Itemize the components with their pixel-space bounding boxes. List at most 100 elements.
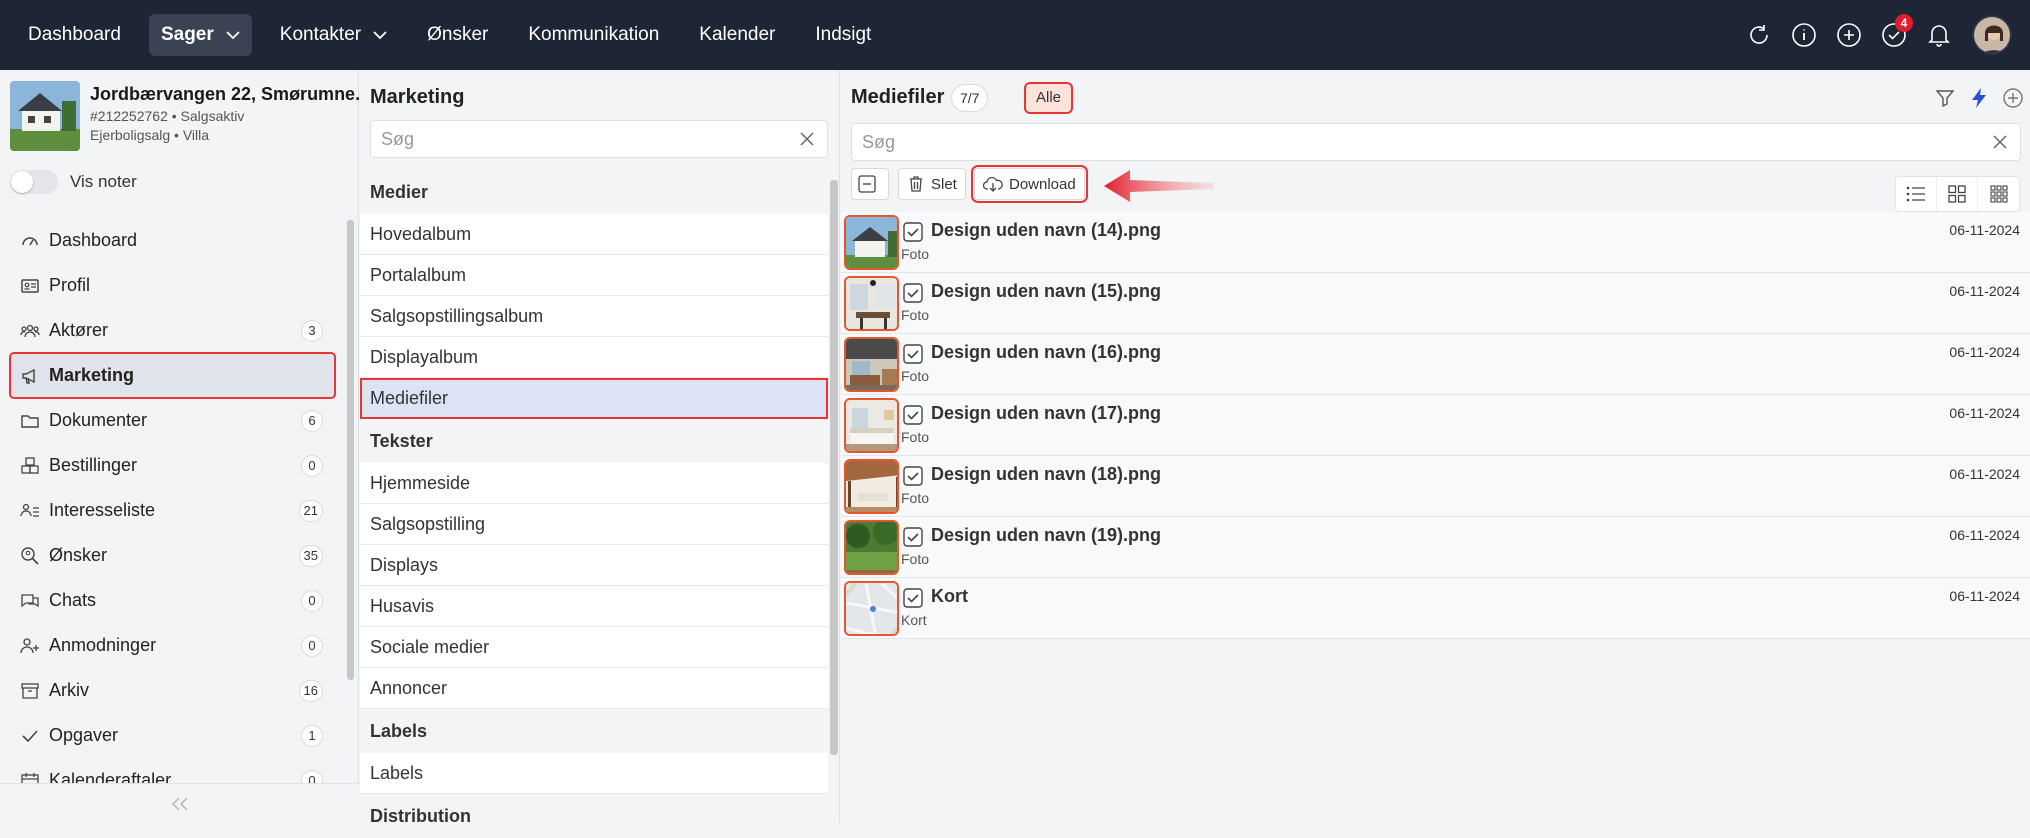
chevron-down-icon (226, 30, 240, 39)
text-sociale-medier[interactable]: Sociale medier (360, 627, 828, 668)
file-row[interactable]: Kort Kort 06-11-2024 (841, 578, 2030, 639)
text-hjemmeside[interactable]: Hjemmeside (360, 463, 828, 504)
file-name[interactable]: Kort (931, 586, 968, 607)
small-grid-view-icon[interactable] (1978, 177, 2019, 211)
checkbox-checked-icon[interactable] (903, 405, 923, 425)
sidebar-item-label: Opgaver (49, 725, 119, 745)
nav-kalender[interactable]: Kalender (687, 14, 787, 56)
notes-toggle[interactable] (10, 170, 58, 194)
check-icon (22, 729, 38, 742)
checkbox-checked-icon[interactable] (903, 344, 923, 364)
file-type: Foto (901, 246, 930, 262)
sidebar-item-arkiv[interactable]: Arkiv 16 (10, 668, 335, 713)
nav-onsker[interactable]: Ønsker (415, 14, 500, 56)
file-name[interactable]: Design uden navn (15).png (931, 281, 1161, 302)
sidebar-item-label: Marketing (49, 365, 135, 385)
sidebar-scrollbar[interactable] (347, 220, 354, 680)
file-name[interactable]: Design uden navn (16).png (931, 342, 1161, 363)
file-type: Foto (901, 368, 930, 384)
nav-kalender-label: Kalender (699, 24, 776, 45)
add-circle-icon[interactable] (1996, 84, 2030, 112)
nav-dashboard[interactable]: Dashboard (16, 14, 133, 56)
file-row[interactable]: Design uden navn (16).png Foto 06-11-202… (841, 334, 2030, 395)
nav-sager[interactable]: Sager (148, 14, 252, 56)
album-hovedalbum[interactable]: Hovedalbum (360, 214, 828, 255)
sidebar-item-dashboard[interactable]: Dashboard (10, 218, 335, 263)
file-name[interactable]: Design uden navn (14).png (931, 220, 1161, 241)
checkbox-checked-icon[interactable] (903, 222, 923, 242)
file-row[interactable]: Design uden navn (15).png Foto 06-11-202… (841, 273, 2030, 334)
checkbox-checked-icon[interactable] (903, 283, 923, 303)
file-name[interactable]: Design uden navn (18).png (931, 464, 1161, 485)
sidebar-item-opgaver[interactable]: Opgaver 1 (10, 713, 335, 758)
marketing-scrollbar[interactable] (830, 180, 838, 755)
case-menu: Dashboard Profil Aktører 3 Marketing Dok… (9, 218, 336, 803)
tasks-check-icon[interactable]: 4 (1873, 14, 1915, 56)
count-badge: 21 (298, 500, 323, 522)
file-row[interactable]: Design uden navn (17).png Foto 06-11-202… (841, 395, 2030, 456)
file-thumbnail (844, 459, 899, 514)
sidebar-item-onsker[interactable]: Ønsker 35 (10, 533, 335, 578)
text-displays[interactable]: Displays (360, 545, 828, 586)
minus-square-icon (858, 175, 876, 193)
checkbox-checked-icon[interactable] (903, 588, 923, 608)
collapse-sidebar-button[interactable] (0, 783, 359, 823)
marketing-search-input[interactable]: Søg (370, 120, 828, 158)
bolt-icon[interactable] (1962, 84, 1996, 112)
text-annoncer[interactable]: Annoncer (360, 668, 828, 709)
grid-view-icon[interactable] (1937, 177, 1978, 211)
notes-toggle-label: Vis noter (70, 172, 137, 191)
count-badge: 0 (301, 590, 323, 612)
user-avatar[interactable] (1972, 15, 2012, 55)
nav-kommunikation[interactable]: Kommunikation (516, 14, 671, 56)
property-header[interactable]: Jordbærvangen 22, Smørumne... #212252762… (10, 81, 360, 151)
nav-kontakter[interactable]: Kontakter (268, 14, 399, 56)
top-actions: 4 (1735, 14, 2012, 56)
sidebar-item-label: Ønsker (49, 545, 108, 565)
album-salgsopstillingsalbum[interactable]: Salgsopstillingsalbum (360, 296, 828, 337)
album-portalalbum[interactable]: Portalalbum (360, 255, 828, 296)
deselect-all-button[interactable] (851, 168, 889, 200)
nav-indsigt[interactable]: Indsigt (803, 14, 883, 56)
file-row[interactable]: Design uden navn (18).png Foto 06-11-202… (841, 456, 2030, 517)
property-thumbnail (10, 81, 80, 151)
album-mediefiler[interactable]: Mediefiler (360, 378, 828, 419)
filter-alle-button[interactable]: Alle (1024, 82, 1074, 114)
nav-kommunikation-label: Kommunikation (528, 24, 660, 45)
sidebar-item-aktorer[interactable]: Aktører 3 (10, 308, 335, 353)
sidebar-item-label: Profil (49, 275, 91, 295)
file-date: 06-11-2024 (1949, 466, 2020, 482)
sidebar-item-chats[interactable]: Chats 0 (10, 578, 335, 623)
item-labels[interactable]: Labels (360, 753, 828, 794)
mediefiler-search-input[interactable]: Søg (851, 123, 2021, 161)
close-icon[interactable] (799, 131, 815, 147)
sidebar-item-bestillinger[interactable]: Bestillinger 0 (10, 443, 335, 488)
refresh-icon[interactable] (1738, 14, 1780, 56)
sidebar-item-profil[interactable]: Profil (10, 263, 335, 308)
album-displayalbum[interactable]: Displayalbum (360, 337, 828, 378)
sidebar-item-interesseliste[interactable]: Interesseliste 21 (10, 488, 335, 533)
sidebar-item-anmodninger[interactable]: Anmodninger 0 (10, 623, 335, 668)
text-husavis[interactable]: Husavis (360, 586, 828, 627)
sidebar-item-dokumenter[interactable]: Dokumenter 6 (10, 398, 335, 443)
checkbox-checked-icon[interactable] (903, 527, 923, 547)
plus-circle-icon[interactable] (1828, 14, 1870, 56)
mediefiler-title: Mediefiler (851, 86, 945, 108)
download-button[interactable]: Download (971, 165, 1088, 203)
file-row[interactable]: Design uden navn (19).png Foto 06-11-202… (841, 517, 2030, 578)
filter-icon[interactable] (1928, 84, 1962, 112)
checkbox-checked-icon[interactable] (903, 466, 923, 486)
info-icon[interactable] (1783, 14, 1825, 56)
close-icon[interactable] (1992, 134, 2008, 150)
list-view-icon[interactable] (1896, 177, 1937, 211)
bell-icon[interactable] (1918, 14, 1960, 56)
file-thumbnail (844, 276, 899, 331)
count-badge: 35 (298, 545, 323, 567)
folder-icon (21, 414, 39, 428)
file-name[interactable]: Design uden navn (19).png (931, 525, 1161, 546)
text-salgsopstilling[interactable]: Salgsopstilling (360, 504, 828, 545)
sidebar-item-marketing[interactable]: Marketing (9, 352, 336, 399)
delete-button[interactable]: Slet (898, 168, 966, 200)
file-name[interactable]: Design uden navn (17).png (931, 403, 1161, 424)
file-row[interactable]: Design uden navn (14).png Foto 06-11-202… (841, 212, 2030, 273)
